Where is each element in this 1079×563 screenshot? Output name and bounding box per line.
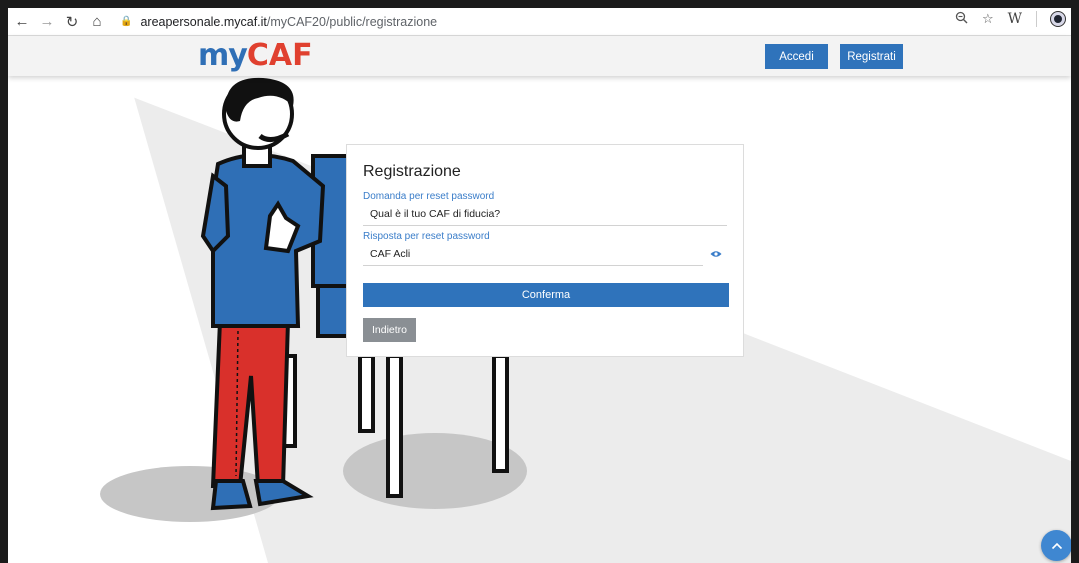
toolbar-separator: [1036, 11, 1037, 27]
site-header: myCAF Accedi Registrati: [8, 36, 1071, 76]
registrati-button[interactable]: Registrati: [840, 44, 903, 69]
extension-w-icon[interactable]: W: [1008, 11, 1022, 27]
eye-icon[interactable]: [710, 250, 722, 258]
card-title: Registrazione: [363, 163, 461, 180]
profile-avatar[interactable]: [1051, 12, 1065, 26]
question-label: Domanda per reset password: [363, 191, 495, 202]
answer-label: Risposta per reset password: [363, 231, 490, 242]
url-host: areapersonale.mycaf.it: [140, 14, 267, 29]
address-bar[interactable]: 🔒 areapersonale.mycaf.it/myCAF20/public/…: [120, 11, 437, 33]
forward-arrow-icon[interactable]: →: [36, 11, 58, 33]
reload-icon[interactable]: ↻: [61, 11, 83, 33]
back-arrow-icon[interactable]: ←: [11, 11, 33, 33]
url-path: /myCAF20/public/registrazione: [266, 14, 438, 29]
browser-actions: ☆ W: [955, 11, 1065, 27]
registration-card: Registrazione Domanda per reset password…: [346, 144, 744, 357]
scroll-top-button[interactable]: [1041, 530, 1071, 561]
question-select[interactable]: Qual è il tuo CAF di fiducia?: [363, 208, 727, 226]
chevron-up-icon: [1051, 542, 1062, 549]
browser-window: ← → ↻ ⌂ 🔒 areapersonale.mycaf.it/myCAF20…: [8, 8, 1071, 563]
accedi-button[interactable]: Accedi: [765, 44, 828, 69]
indietro-button[interactable]: Indietro: [363, 318, 416, 342]
home-icon[interactable]: ⌂: [86, 11, 108, 33]
star-icon[interactable]: ☆: [982, 11, 994, 27]
conferma-button[interactable]: Conferma: [363, 283, 729, 307]
mycaf-logo[interactable]: myCAF: [198, 40, 313, 72]
browser-toolbar: ← → ↻ ⌂ 🔒 areapersonale.mycaf.it/myCAF20…: [8, 8, 1071, 36]
lock-icon: 🔒: [120, 16, 133, 27]
zoom-icon[interactable]: [955, 11, 968, 27]
answer-input[interactable]: CAF Acli: [363, 248, 703, 266]
logo-my: my: [198, 38, 248, 73]
logo-caf: CAF: [246, 38, 313, 73]
